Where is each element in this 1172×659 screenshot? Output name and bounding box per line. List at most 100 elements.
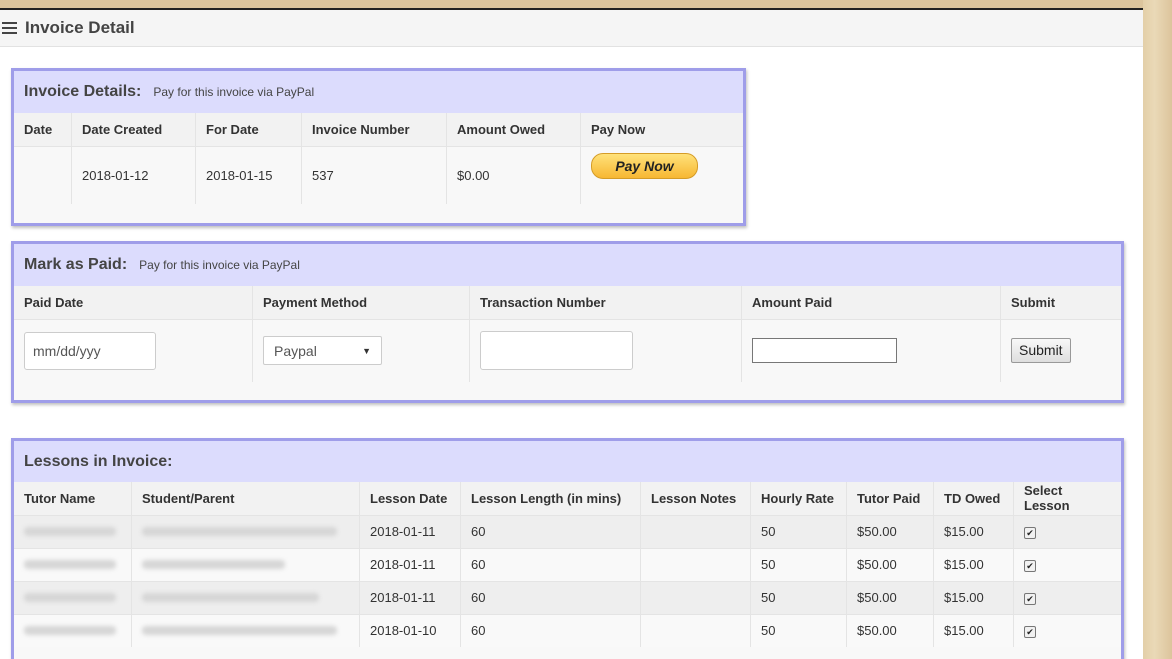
lessons-table: Tutor Name Student/Parent Lesson Date Le… [14,482,1121,647]
col-pay-now: Pay Now [580,113,743,146]
col-paid-date: Paid Date [14,286,253,319]
lessons-header-row: Tutor Name Student/Parent Lesson Date Le… [14,482,1121,515]
col-select-lesson: Select Lesson [1013,482,1121,515]
background-right [1143,0,1172,659]
paid-date-cell: mm/dd/yyy [14,318,253,382]
title-bar: Invoice Detail [0,10,1143,47]
invoice-for-date: 2018-01-15 [195,145,302,204]
student-parent [131,613,360,647]
tutor-name [14,547,132,581]
mark-paid-row: mm/dd/yyy Paypal ▼ Submit [14,318,1121,382]
col-lesson-notes: Lesson Notes [640,482,751,515]
student-parent [131,514,360,548]
lesson-length: 60 [460,514,641,548]
menu-icon[interactable] [2,19,17,37]
lesson-notes [640,547,751,581]
lesson-notes [640,514,751,548]
col-tutor-paid: Tutor Paid [846,482,934,515]
select-lesson-checkbox[interactable]: ✔ [1024,593,1036,605]
invoice-details-subtitle: Pay for this invoice via PayPal [153,85,315,99]
tutor-paid: $50.00 [846,580,934,614]
select-lesson-cell: ✔ [1013,514,1121,548]
tutor-name [14,613,132,647]
lessons-panel: Lessons in Invoice: Tutor Name Student/P… [11,438,1124,659]
col-transaction-number: Transaction Number [469,286,742,319]
mark-paid-panel: Mark as Paid: Pay for this invoice via P… [11,241,1124,403]
main-content: Invoice Detail Invoice Details: Pay for … [0,8,1143,659]
transaction-number-input[interactable] [480,331,633,371]
paid-date-input[interactable]: mm/dd/yyy [24,331,156,370]
tutor-name [14,580,132,614]
hourly-rate: 50 [750,580,847,614]
select-lesson-cell: ✔ [1013,547,1121,581]
tutor-name [14,514,132,548]
amount-paid-input[interactable] [752,338,897,364]
table-row: 2018-01-11 60 50 $50.00 $15.00 ✔ [14,514,1121,548]
lessons-title: Lessons in Invoice: [24,453,173,470]
col-submit: Submit [1000,286,1121,319]
hourly-rate: 50 [750,514,847,548]
invoice-details-header: Invoice Details: Pay for this invoice vi… [14,71,743,113]
invoice-details-table: Date Date Created For Date Invoice Numbe… [14,113,743,204]
lesson-notes [640,613,751,647]
pay-now-cell: Pay Now [580,145,743,204]
lesson-date: 2018-01-10 [359,613,461,647]
lessons-header: Lessons in Invoice: [14,441,1121,482]
transaction-number-cell [469,318,742,382]
mark-paid-table: Paid Date Payment Method Transaction Num… [14,286,1121,382]
mark-paid-title: Mark as Paid: [24,256,128,273]
col-lesson-length: Lesson Length (in mins) [460,482,641,515]
td-owed: $15.00 [933,514,1014,548]
col-tutor-name: Tutor Name [14,482,132,515]
tutor-paid: $50.00 [846,547,934,581]
background-top [0,0,1172,8]
lesson-length: 60 [460,613,641,647]
mark-paid-header: Mark as Paid: Pay for this invoice via P… [14,244,1121,286]
invoice-details-panel: Invoice Details: Pay for this invoice vi… [11,68,746,226]
page-title: Invoice Detail [25,18,135,37]
lesson-date: 2018-01-11 [359,547,461,581]
col-invoice-number: Invoice Number [301,113,447,146]
col-hourly-rate: Hourly Rate [750,482,847,515]
td-owed: $15.00 [933,613,1014,647]
hourly-rate: 50 [750,613,847,647]
hourly-rate: 50 [750,547,847,581]
lesson-notes [640,580,751,614]
student-parent [131,547,360,581]
lesson-length: 60 [460,547,641,581]
col-td-owed: TD Owed [933,482,1014,515]
payment-method-cell: Paypal ▼ [252,318,470,382]
invoice-date-created: 2018-01-12 [71,145,196,204]
lesson-length: 60 [460,580,641,614]
select-lesson-checkbox[interactable]: ✔ [1024,527,1036,539]
tutor-paid: $50.00 [846,613,934,647]
table-row: 2018-01-11 60 50 $50.00 $15.00 ✔ [14,547,1121,581]
select-lesson-cell: ✔ [1013,613,1121,647]
invoice-details-header-row: Date Date Created For Date Invoice Numbe… [14,113,743,146]
col-date: Date [14,113,72,146]
col-amount-owed: Amount Owed [446,113,581,146]
invoice-amount-owed: $0.00 [446,145,581,204]
td-owed: $15.00 [933,580,1014,614]
select-lesson-checkbox[interactable]: ✔ [1024,626,1036,639]
payment-method-select[interactable]: Paypal ▼ [263,336,382,366]
amount-paid-cell [741,318,1001,382]
lesson-date: 2018-01-11 [359,580,461,614]
td-owed: $15.00 [933,547,1014,581]
submit-cell: Submit [1000,318,1121,382]
table-row: 2018-01-10 60 50 $50.00 $15.00 ✔ [14,613,1121,647]
select-lesson-checkbox[interactable]: ✔ [1024,560,1036,572]
submit-button[interactable]: Submit [1011,338,1071,364]
col-student-parent: Student/Parent [131,482,360,515]
select-lesson-cell: ✔ [1013,580,1121,614]
col-payment-method: Payment Method [252,286,470,319]
paypal-pay-now-button[interactable]: Pay Now [591,152,698,179]
invoice-date [14,145,72,204]
col-for-date: For Date [195,113,302,146]
lesson-date: 2018-01-11 [359,514,461,548]
chevron-down-icon: ▼ [362,345,371,356]
invoice-details-title: Invoice Details: [24,83,142,100]
col-lesson-date: Lesson Date [359,482,461,515]
col-amount-paid: Amount Paid [741,286,1001,319]
mark-paid-subtitle: Pay for this invoice via PayPal [139,258,300,272]
